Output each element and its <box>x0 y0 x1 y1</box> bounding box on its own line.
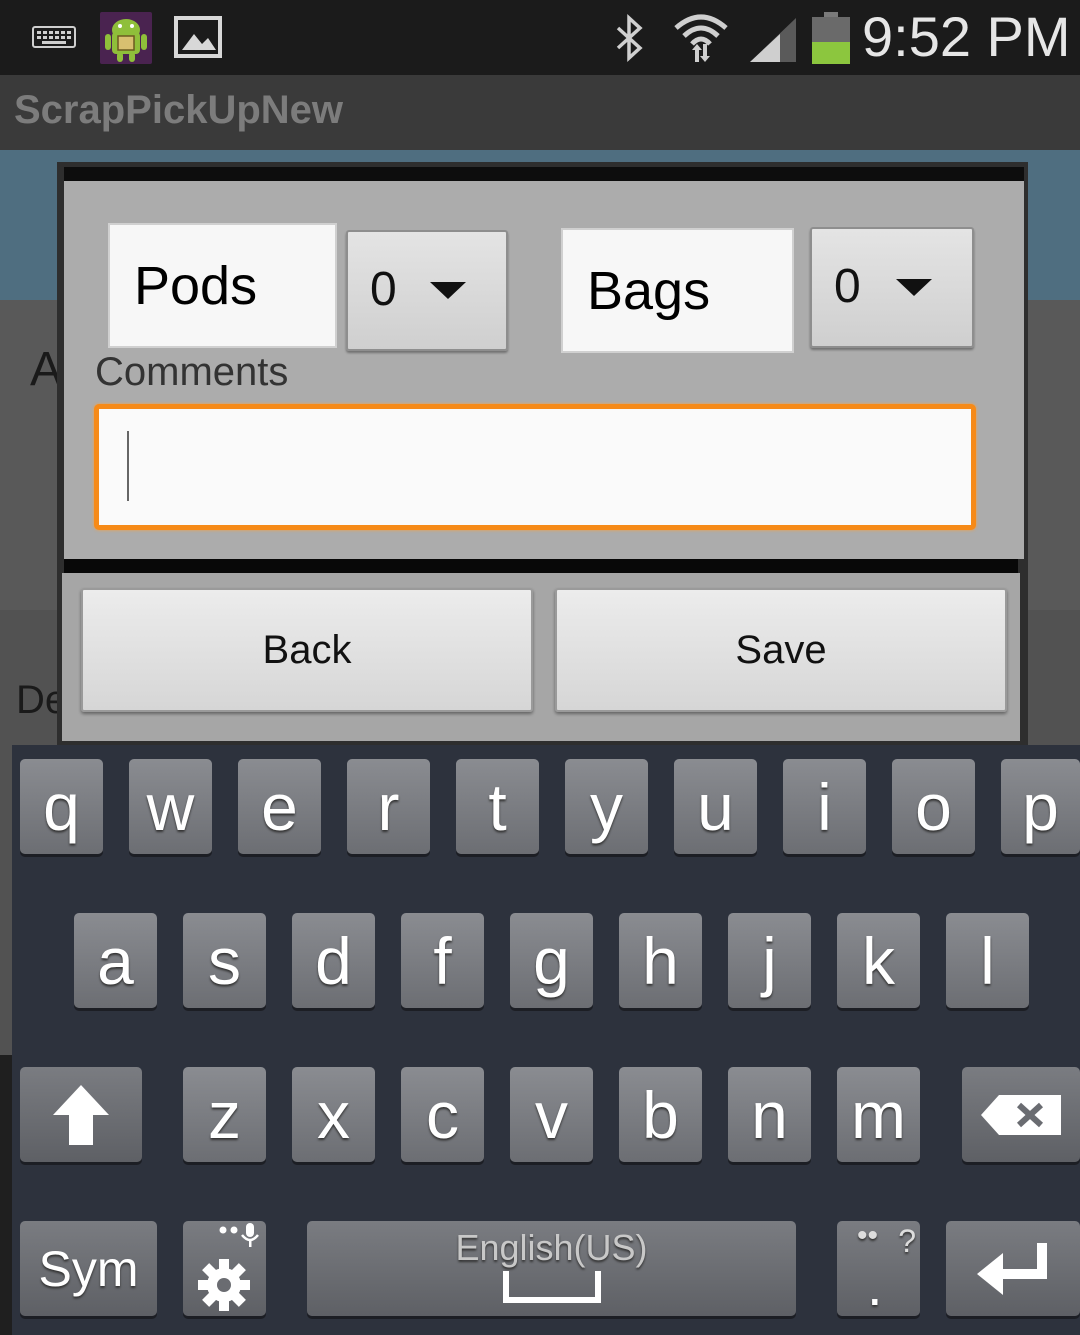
pods-value: 0 <box>370 263 397 316</box>
backspace-icon <box>981 1094 1061 1135</box>
enter-icon <box>977 1242 1047 1295</box>
key-t[interactable]: t <box>456 759 539 854</box>
clock: 9:52 PM <box>862 5 1071 68</box>
dropdown-arrow-icon <box>430 282 466 299</box>
app-title: ScrapPickUpNew <box>14 88 344 132</box>
enter-key[interactable] <box>946 1221 1080 1316</box>
bluetooth-icon <box>616 14 643 62</box>
battery-icon <box>812 12 850 64</box>
status-bar: 9:52 PM <box>0 0 1080 75</box>
key-g[interactable]: g <box>510 913 593 1008</box>
shift-icon <box>53 1084 109 1145</box>
key-a[interactable]: a <box>74 913 157 1008</box>
bags-value: 0 <box>834 260 861 313</box>
backspace-key[interactable] <box>962 1067 1080 1162</box>
dropdown-arrow-icon <box>896 279 932 296</box>
key-l[interactable]: l <box>946 913 1029 1008</box>
keyboard-icon <box>32 26 76 48</box>
text-cursor <box>127 431 129 501</box>
dialog-title-bar <box>64 167 1024 181</box>
key-y[interactable]: y <box>565 759 648 854</box>
shift-key[interactable] <box>20 1067 142 1162</box>
sym-key[interactable]: Sym <box>20 1221 157 1316</box>
save-button[interactable]: Save <box>555 588 1007 712</box>
keyboard-language-label: English(US) <box>455 1227 648 1268</box>
comments-label: Comments <box>95 350 289 394</box>
bags-label: Bags <box>561 228 794 353</box>
key-x[interactable]: x <box>292 1067 375 1162</box>
period-key-hint: ? <box>898 1223 916 1259</box>
signal-icon <box>750 18 796 62</box>
key-b[interactable]: b <box>619 1067 702 1162</box>
space-key[interactable]: English(US) <box>307 1221 796 1316</box>
dialog-divider <box>64 559 1018 573</box>
period-key-dots: •• <box>857 1219 879 1252</box>
key-e[interactable]: e <box>238 759 321 854</box>
key-u[interactable]: u <box>674 759 757 854</box>
period-key-label: . <box>867 1254 883 1317</box>
period-key[interactable]: •• ? . <box>837 1219 920 1317</box>
key-d[interactable]: d <box>292 913 375 1008</box>
key-k[interactable]: k <box>837 913 920 1008</box>
key-h[interactable]: h <box>619 913 702 1008</box>
android-app-icon <box>100 12 152 64</box>
key-j[interactable]: j <box>728 913 811 1008</box>
key-f[interactable]: f <box>401 913 484 1008</box>
key-z[interactable]: z <box>183 1067 266 1162</box>
key-m[interactable]: m <box>837 1067 920 1162</box>
key-w[interactable]: w <box>129 759 212 854</box>
pods-label: Pods <box>108 223 337 348</box>
key-o[interactable]: o <box>892 759 975 854</box>
key-r[interactable]: r <box>347 759 430 854</box>
key-i[interactable]: i <box>783 759 866 854</box>
wifi-icon <box>674 14 728 62</box>
key-s[interactable]: s <box>183 913 266 1008</box>
bags-spinner[interactable]: 0 <box>810 227 974 348</box>
space-bar-icon <box>502 1271 601 1303</box>
key-v[interactable]: v <box>510 1067 593 1162</box>
key-c[interactable]: c <box>401 1067 484 1162</box>
back-button[interactable]: Back <box>81 588 533 712</box>
key-n[interactable]: n <box>728 1067 811 1162</box>
key-p[interactable]: p <box>1001 759 1080 854</box>
settings-gear-icon <box>198 1223 259 1311</box>
pods-spinner[interactable]: 0 <box>346 230 508 351</box>
key-q[interactable]: q <box>20 759 103 854</box>
comments-input[interactable] <box>94 404 976 530</box>
settings-key[interactable] <box>183 1221 266 1316</box>
image-icon <box>174 16 222 58</box>
